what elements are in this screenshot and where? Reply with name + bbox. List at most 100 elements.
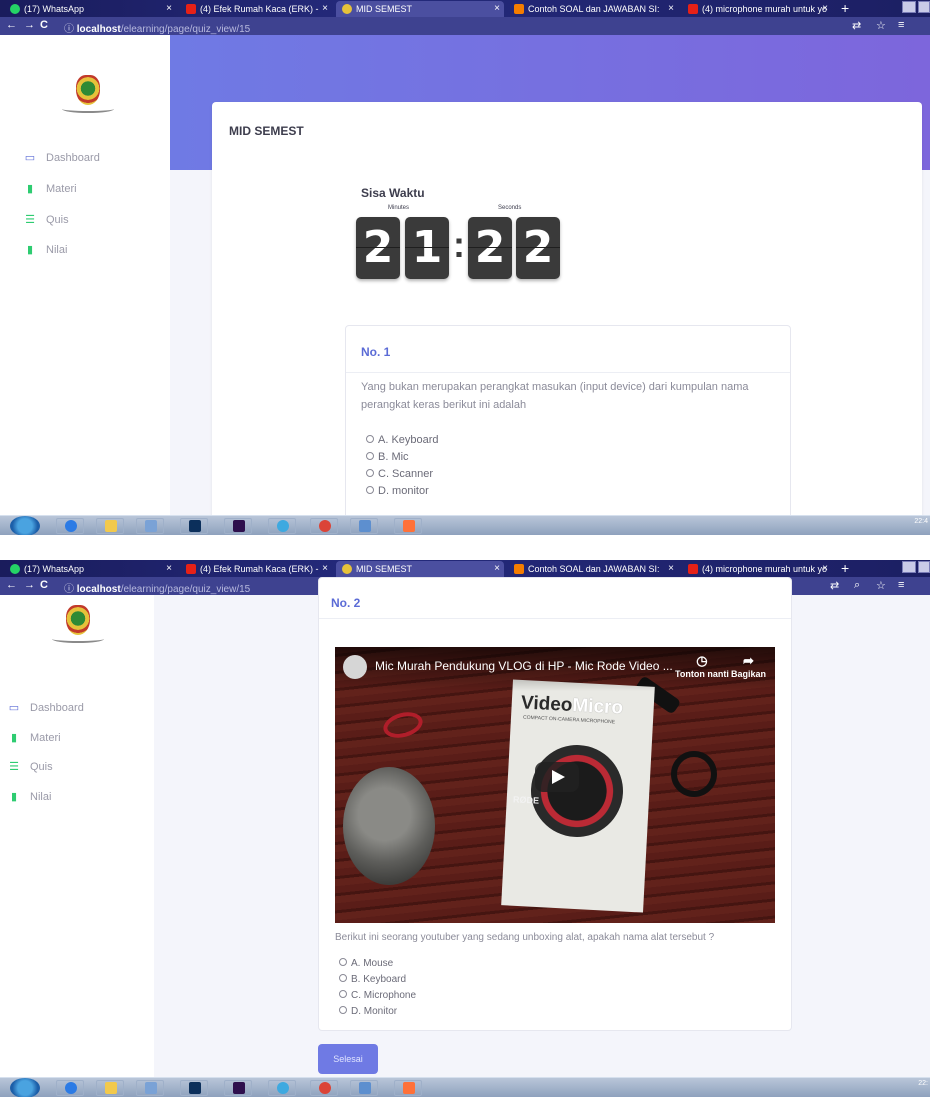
sidebar-item-nilai[interactable]: ▮ Nilai bbox=[24, 240, 67, 260]
firefox-icon[interactable] bbox=[394, 1080, 422, 1096]
video-title[interactable]: Mic Murah Pendukung VLOG di HP - Mic Rod… bbox=[375, 659, 673, 673]
media-icon[interactable] bbox=[136, 1080, 164, 1096]
sidebar-item-materi[interactable]: ▮ Materi bbox=[24, 179, 77, 199]
network-icon[interactable] bbox=[350, 518, 378, 534]
close-tab-icon[interactable]: × bbox=[322, 561, 328, 577]
sidebar-item-quis[interactable]: ☰ Quis bbox=[8, 757, 53, 777]
restore-button[interactable] bbox=[918, 561, 930, 573]
sidebar-item-dashboard[interactable]: ▭ Dashboard bbox=[24, 148, 100, 168]
minimize-button[interactable] bbox=[902, 1, 916, 13]
sidebar-item-materi[interactable]: ▮ Materi bbox=[8, 728, 61, 748]
site-info-icon[interactable]: ⓘ bbox=[64, 24, 74, 35]
start-button[interactable] bbox=[10, 516, 40, 535]
forward-icon[interactable]: → bbox=[24, 579, 35, 591]
media-control-icon[interactable]: ≡ bbox=[898, 579, 904, 591]
close-tab-icon[interactable]: × bbox=[166, 561, 172, 577]
option-label: B. Mic bbox=[378, 451, 409, 463]
bookmark-star-icon[interactable]: ☆ bbox=[876, 19, 886, 32]
photoshop-icon[interactable] bbox=[180, 518, 208, 534]
tab-mid-semest[interactable]: MID SEMEST × bbox=[336, 561, 504, 577]
translate-icon[interactable]: ⇄ bbox=[830, 579, 839, 592]
option-c[interactable]: C. Scanner bbox=[366, 466, 433, 482]
close-tab-icon[interactable]: × bbox=[822, 561, 828, 577]
url-field[interactable]: ⓘ localhost/elearning/page/quiz_view/15 bbox=[64, 580, 250, 595]
media-control-icon[interactable]: ≡ bbox=[898, 19, 904, 31]
radio-icon[interactable] bbox=[339, 990, 347, 998]
ie-icon[interactable] bbox=[56, 518, 84, 534]
radio-icon[interactable] bbox=[366, 469, 374, 477]
firefox-icon[interactable] bbox=[394, 518, 422, 534]
option-b[interactable]: B. Keyboard bbox=[339, 972, 406, 988]
play-button[interactable] bbox=[535, 762, 579, 792]
tab-microphone[interactable]: (4) microphone murah untuk yo × bbox=[682, 1, 832, 17]
back-icon[interactable]: ← bbox=[6, 19, 17, 31]
media-icon[interactable] bbox=[136, 518, 164, 534]
question-text: Berikut ini seorang youtuber yang sedang… bbox=[335, 932, 715, 943]
new-tab-button[interactable]: + bbox=[841, 560, 849, 577]
radio-icon[interactable] bbox=[366, 452, 374, 460]
start-button[interactable] bbox=[10, 1078, 40, 1097]
bookmark-star-icon[interactable]: ☆ bbox=[876, 579, 886, 592]
folder-icon[interactable] bbox=[96, 518, 124, 534]
site-info-icon[interactable]: ⓘ bbox=[64, 584, 74, 595]
url-field[interactable]: ⓘ localhost/elearning/page/quiz_view/15 bbox=[64, 20, 250, 35]
tab-whatsapp[interactable]: (17) WhatsApp × bbox=[4, 1, 176, 17]
translate-icon[interactable]: ⇄ bbox=[852, 19, 861, 32]
network-icon[interactable] bbox=[350, 1080, 378, 1096]
photoshop-icon[interactable] bbox=[180, 1080, 208, 1096]
close-tab-icon[interactable]: × bbox=[668, 561, 674, 577]
forward-icon[interactable]: → bbox=[24, 19, 35, 31]
question-number: No. 1 bbox=[361, 345, 391, 359]
chrome-icon[interactable] bbox=[310, 518, 338, 534]
close-tab-icon[interactable]: × bbox=[494, 561, 500, 577]
radio-icon[interactable] bbox=[339, 1006, 347, 1014]
tab-erk[interactable]: (4) Efek Rumah Kaca (ERK) - × bbox=[180, 561, 332, 577]
premiere-icon[interactable] bbox=[224, 518, 252, 534]
tab-microphone[interactable]: (4) microphone murah untuk yo × bbox=[682, 561, 832, 577]
tab-mid-semest[interactable]: MID SEMEST × bbox=[336, 1, 504, 17]
radio-icon[interactable] bbox=[366, 486, 374, 494]
close-tab-icon[interactable]: × bbox=[494, 1, 500, 17]
reload-icon[interactable]: C bbox=[40, 579, 48, 591]
sidebar-item-nilai[interactable]: ▮ Nilai bbox=[8, 787, 51, 807]
bird-icon[interactable] bbox=[268, 518, 296, 534]
option-a[interactable]: A. Keyboard bbox=[366, 432, 439, 448]
option-b[interactable]: B. Mic bbox=[366, 449, 409, 465]
sidebar-item-dashboard[interactable]: ▭ Dashboard bbox=[8, 698, 84, 718]
premiere-icon[interactable] bbox=[224, 1080, 252, 1096]
close-tab-icon[interactable]: × bbox=[822, 1, 828, 17]
option-a[interactable]: A. Mouse bbox=[339, 956, 393, 972]
close-tab-icon[interactable]: × bbox=[668, 1, 674, 17]
share-button[interactable]: ➦ Bagikan bbox=[731, 653, 766, 679]
reload-icon[interactable]: C bbox=[40, 19, 48, 31]
watch-later-button[interactable]: ◷ Tonton nanti bbox=[675, 653, 729, 679]
channel-avatar[interactable] bbox=[343, 655, 367, 679]
sidebar-item-quis[interactable]: ☰ Quis bbox=[24, 210, 69, 230]
new-tab-button[interactable]: + bbox=[841, 0, 849, 17]
ie-icon[interactable] bbox=[56, 1080, 84, 1096]
close-tab-icon[interactable]: × bbox=[166, 1, 172, 17]
tab-contoh-soal[interactable]: Contoh SOAL dan JAWABAN SI: × bbox=[508, 1, 678, 17]
chrome-icon[interactable] bbox=[310, 1080, 338, 1096]
radio-icon[interactable] bbox=[339, 974, 347, 982]
back-icon[interactable]: ← bbox=[6, 579, 17, 591]
minimize-button[interactable] bbox=[902, 561, 916, 573]
zoom-icon[interactable]: ⌕ bbox=[854, 579, 860, 592]
option-c[interactable]: C. Microphone bbox=[339, 988, 416, 1004]
option-d[interactable]: D. Monitor bbox=[339, 1004, 397, 1020]
youtube-video-player[interactable]: VideoMicro COMPACT ON-CAMERA MICROPHONE … bbox=[335, 647, 775, 923]
radio-icon[interactable] bbox=[366, 435, 374, 443]
submit-button[interactable]: Selesai bbox=[318, 1044, 378, 1074]
youtube-icon bbox=[688, 564, 698, 574]
option-d[interactable]: D. monitor bbox=[366, 483, 429, 499]
shield-emblem-icon bbox=[76, 75, 100, 105]
bird-icon[interactable] bbox=[268, 1080, 296, 1096]
close-tab-icon[interactable]: × bbox=[322, 1, 328, 17]
radio-icon[interactable] bbox=[339, 958, 347, 966]
tab-contoh-soal[interactable]: Contoh SOAL dan JAWABAN SI: × bbox=[508, 561, 678, 577]
folder-icon[interactable] bbox=[96, 1080, 124, 1096]
tab-erk[interactable]: (4) Efek Rumah Kaca (ERK) - × bbox=[180, 1, 332, 17]
tab-whatsapp[interactable]: (17) WhatsApp × bbox=[4, 561, 176, 577]
restore-button[interactable] bbox=[918, 1, 930, 13]
divider bbox=[319, 618, 791, 619]
